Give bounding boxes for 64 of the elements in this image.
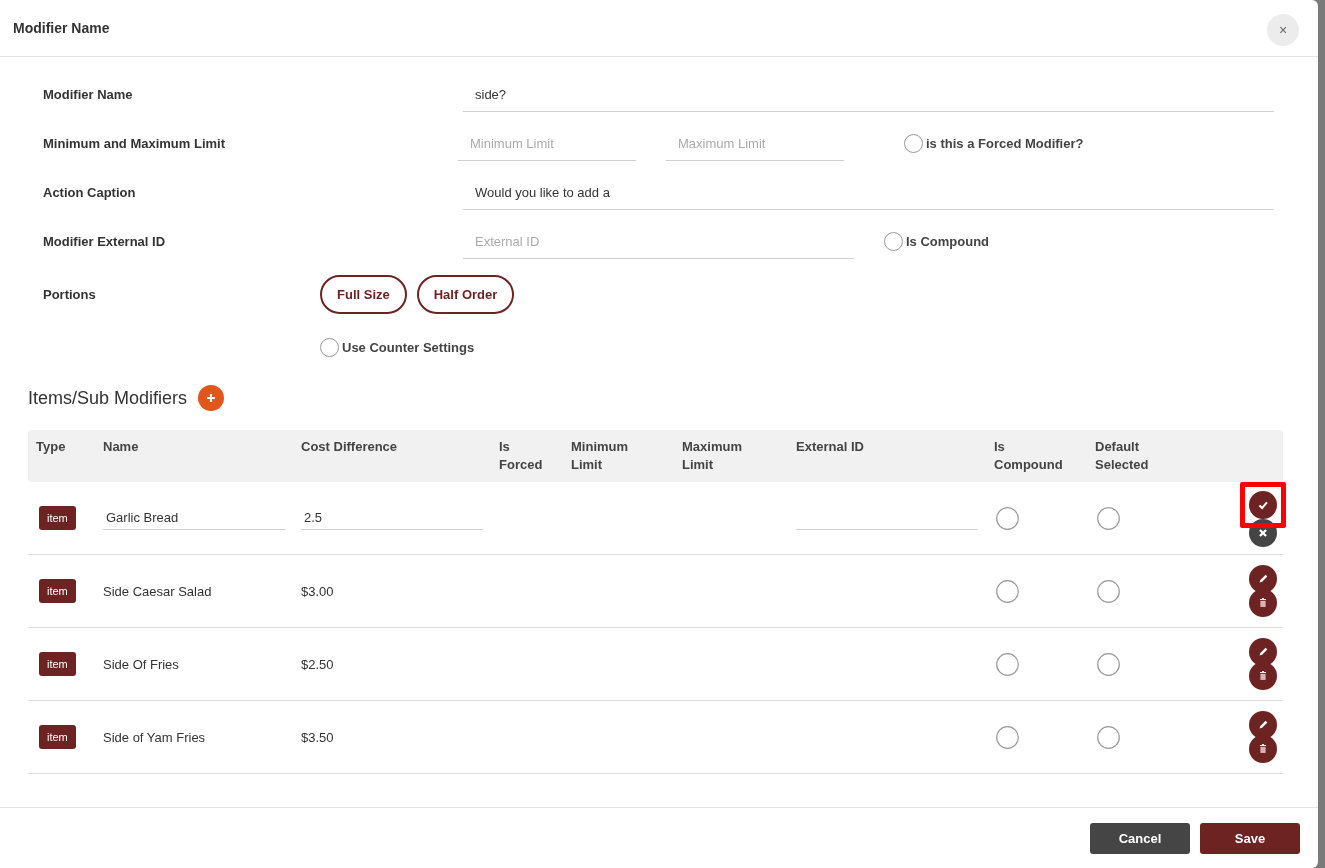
column-header: Minimum Limit <box>570 438 630 474</box>
pencil-icon <box>1256 572 1270 586</box>
table-cell-text: Side of Yam Fries <box>102 729 207 745</box>
field-label: Minimum and Maximum Limit <box>43 136 226 151</box>
compound-radio[interactable] <box>996 652 1019 676</box>
dialog-title: Modifier Name <box>13 20 110 36</box>
default-radio[interactable] <box>1097 725 1120 749</box>
table-cell-text: $3.50 <box>300 729 335 745</box>
compound-radio[interactable] <box>996 579 1019 603</box>
radio-button[interactable] <box>904 134 923 153</box>
close-button[interactable]: × <box>1267 14 1299 46</box>
radio-label: Is Compound <box>906 234 990 249</box>
default-radio[interactable] <box>1097 652 1120 676</box>
default-radio[interactable] <box>1097 579 1120 603</box>
column-header: Name <box>102 438 140 456</box>
radio-label: Use Counter Settings <box>342 339 475 355</box>
field-label: Modifier External ID <box>43 234 167 249</box>
default-radio[interactable] <box>1097 506 1120 530</box>
compound-radio[interactable] <box>996 725 1019 749</box>
pencil-icon <box>1256 718 1270 732</box>
type-tag: item <box>39 652 76 676</box>
type-tag: item <box>39 725 76 749</box>
column-header: Type <box>35 438 67 456</box>
input-field[interactable]: Maximum Limit <box>666 126 844 161</box>
portion-button[interactable]: Full Size <box>320 274 407 314</box>
field-label: Portions <box>43 286 97 302</box>
save-button[interactable]: Save <box>1200 822 1300 854</box>
cancel-button[interactable]: Cancel <box>1090 822 1190 854</box>
radio-button[interactable] <box>884 232 903 251</box>
column-header: Maximum Limit <box>681 438 743 474</box>
table-cell-text: Side Caesar Salad <box>102 583 213 599</box>
input-field[interactable]: Minimum Limit <box>458 126 636 161</box>
radio-button[interactable] <box>320 337 339 357</box>
compound-radio[interactable] <box>996 506 1019 530</box>
column-header: Is Forced <box>498 438 544 474</box>
type-tag: item <box>39 579 76 603</box>
type-tag: item <box>39 506 76 530</box>
portion-button[interactable]: Half Order <box>416 274 515 314</box>
edit-button[interactable] <box>1249 711 1277 739</box>
edit-button[interactable] <box>1249 565 1277 593</box>
input-field[interactable]: side? <box>463 77 1274 112</box>
column-header: External ID <box>795 438 865 456</box>
table-cell-text: $2.50 <box>300 656 335 672</box>
radio-label: is this a Forced Modifier? <box>926 136 1084 151</box>
table-cell-text: Side Of Fries <box>102 656 180 672</box>
table-cell-text: $3.00 <box>300 583 335 599</box>
field-label: Action Caption <box>43 185 137 200</box>
delete-button[interactable] <box>1249 589 1277 617</box>
confirm-button[interactable] <box>1249 491 1277 519</box>
column-header: Default Selected <box>1094 438 1150 474</box>
pencil-icon <box>1256 645 1270 659</box>
input-field[interactable]: External ID <box>463 224 854 259</box>
add-button[interactable] <box>198 385 225 411</box>
section-title: Items/Sub Modifiers <box>28 387 188 409</box>
edit-button[interactable] <box>1249 638 1277 666</box>
field-label: Modifier Name <box>43 87 134 102</box>
column-header: Is Compound <box>993 438 1064 474</box>
cost-input[interactable]: 2.5 <box>301 506 483 530</box>
delete-button[interactable] <box>1249 662 1277 690</box>
input-field[interactable]: Would you like to add a <box>463 175 1274 210</box>
name-input[interactable]: Garlic Bread <box>103 506 285 530</box>
column-header: Cost Difference <box>300 438 399 456</box>
delete-button[interactable] <box>1249 735 1277 763</box>
close-icon <box>1256 526 1270 540</box>
